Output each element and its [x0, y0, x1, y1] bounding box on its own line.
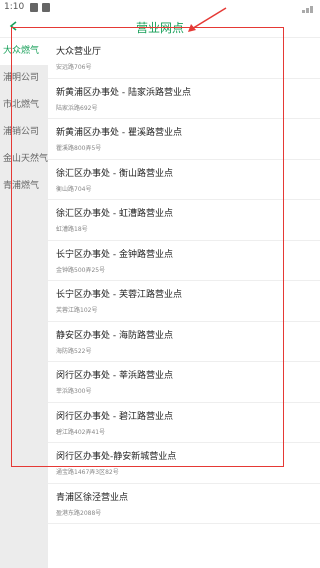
branch-address: 碧江路402弄41号 [56, 428, 106, 436]
branch-address: 金钟路500弄25号 [56, 266, 106, 274]
sidebar-item-puming[interactable]: 浦明公司 [0, 65, 48, 92]
list-item[interactable]: 闵行区办事处-静安新城营业点 通宝路1467弄3区82号 [48, 443, 320, 484]
branch-name: 静安区办事处 - 海防路营业点 [56, 330, 173, 341]
sidebar-item-dazhong[interactable]: 大众燃气 [0, 38, 48, 65]
list-item[interactable]: 新黄浦区办事处 - 瞿溪路营业点 瞿溪路800弄5号 [48, 119, 320, 160]
notification-icon [30, 3, 38, 12]
branch-address: 莘浜路300号 [56, 388, 92, 395]
sidebar-item-jinshan[interactable]: 金山天然气 [0, 146, 48, 173]
list-item[interactable]: 闵行区办事处 - 莘浜路营业点 莘浜路300号 [48, 362, 320, 403]
app-header: 营业网点 [0, 16, 320, 38]
list-item[interactable]: 静安区办事处 - 海防路营业点 海防路522号 [48, 322, 320, 362]
signal-icon [302, 3, 316, 13]
branch-address: 虹漕路18号 [56, 226, 88, 233]
list-item[interactable]: 大众营业厅 安远路706号 [48, 38, 320, 79]
list-item[interactable]: 徐汇区办事处 - 衡山路营业点 衡山路704号 [48, 160, 320, 200]
sidebar-item-qingpu[interactable]: 青浦燃气 [0, 173, 48, 200]
status-time: 1:10 [4, 2, 25, 12]
list-item[interactable]: 闵行区办事处 - 碧江路营业点 碧江路402弄41号 [48, 403, 320, 443]
sidebar-item-puxiao[interactable]: 浦销公司 [0, 119, 48, 146]
branch-address: 衡山路704号 [56, 185, 92, 193]
sidebar-item-shibei[interactable]: 市北燃气 [0, 92, 48, 119]
branch-address: 陆家浜路692号 [56, 104, 98, 112]
branch-address: 安远路706号 [56, 64, 92, 71]
branch-list: 大众营业厅 安远路706号 新黄浦区办事处 - 陆家浜路营业点 陆家浜路692号… [48, 38, 320, 568]
branch-name: 长宁区办事处 - 芙蓉江路营业点 [56, 290, 182, 300]
notification-icon [42, 3, 50, 12]
branch-address: 瞿溪路800弄5号 [56, 145, 102, 152]
branch-name: 新黄浦区办事处 - 陆家浜路营业点 [56, 87, 191, 98]
status-bar: 1:10 [0, 0, 320, 16]
branch-address: 盈港东路2088号 [56, 509, 102, 517]
list-item[interactable]: 青浦区徐泾营业点 盈港东路2088号 [48, 484, 320, 524]
branch-name: 长宁区办事处 - 金钟路营业点 [56, 249, 173, 260]
list-item[interactable]: 长宁区办事处 - 芙蓉江路营业点 芙蓉江路102号 [48, 281, 320, 322]
page-title: 营业网点 [135, 21, 184, 35]
sidebar: 大众燃气 浦明公司 市北燃气 浦销公司 金山天然气 青浦燃气 [0, 38, 48, 568]
branch-name: 大众营业厅 [56, 47, 102, 57]
branch-name: 青浦区徐泾营业点 [56, 492, 129, 503]
list-item[interactable]: 新黄浦区办事处 - 陆家浜路营业点 陆家浜路692号 [48, 79, 320, 119]
branch-name: 闵行区办事处 - 碧江路营业点 [56, 411, 173, 422]
branch-address: 海防路522号 [56, 347, 92, 355]
branch-address: 通宝路1467弄3区82号 [56, 469, 119, 476]
branch-address: 芙蓉江路102号 [56, 307, 98, 314]
list-item[interactable]: 徐汇区办事处 - 虹漕路营业点 虹漕路18号 [48, 200, 320, 241]
branch-name: 新黄浦区办事处 - 瞿溪路营业点 [56, 128, 182, 138]
branch-name: 徐汇区办事处 - 虹漕路营业点 [56, 209, 173, 219]
branch-name: 徐汇区办事处 - 衡山路营业点 [56, 168, 173, 179]
branch-name: 闵行区办事处-静安新城营业点 [56, 452, 177, 462]
list-item[interactable]: 长宁区办事处 - 金钟路营业点 金钟路500弄25号 [48, 241, 320, 281]
branch-name: 闵行区办事处 - 莘浜路营业点 [56, 371, 173, 381]
